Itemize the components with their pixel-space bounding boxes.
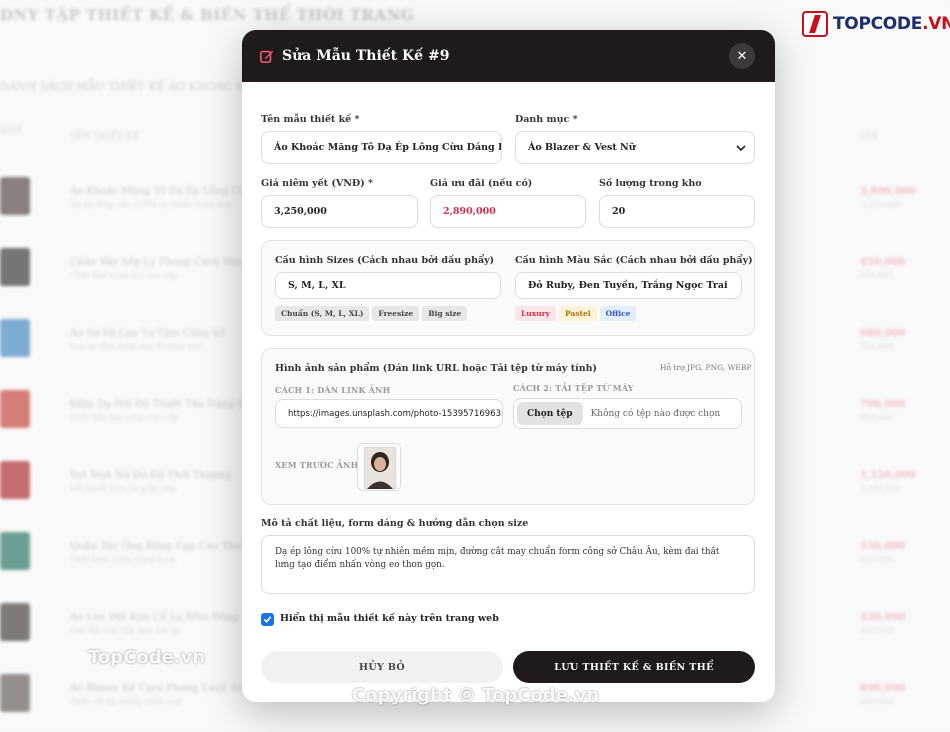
images-formats-hint: Hỗ trợ JPG, PNG, WEBP [660,363,752,372]
name-input[interactable]: Áo Khoác Măng Tô Dạ Ép Lông Cừu Dáng Dài [261,131,502,164]
sale-price-label: Giá ưu đãi (nếu có) [430,178,533,189]
description-label: Mô tả chất liệu, form dáng & hướng dẫn c… [261,518,529,529]
method1-label: Cách 1: Dán link ảnh [275,385,391,395]
watermark-bottom: Copyright © TopCode.vn [352,685,600,706]
sale-price-input[interactable]: 2,890,000 [430,195,586,228]
file-status: Không có tệp nào được chọn [590,408,721,419]
method2-label: Cách 2: Tải tệp từ máy [513,383,634,393]
image-preview [357,443,401,491]
colors-input[interactable]: Đỏ Ruby, Đen Tuyền, Trắng Ngọc Trai [515,272,742,299]
category-select[interactable]: Áo Blazer & Vest Nữ [515,131,755,164]
modal-header: Sửa Mẫu Thiết Kế #9 ✕ [242,30,775,82]
cancel-button[interactable]: HỦY BỎ [261,651,503,683]
size-preset-standard[interactable]: Chuẩn (S, M, L, XL) [275,306,370,321]
stock-label: Số lượng trong kho [599,178,702,189]
save-button[interactable]: LƯU THIẾT KẾ & BIẾN THỂ [513,651,755,683]
name-label: Tên mẫu thiết kế * [261,114,360,125]
modal-title: Sửa Mẫu Thiết Kế #9 [282,48,450,64]
color-preset-office[interactable]: Office [599,306,637,321]
visible-label: Hiển thị mẫu thiết kế này trên trang web [280,613,499,624]
size-preset-bigsize[interactable]: Big size [422,306,468,321]
category-value: Áo Blazer & Vest Nữ [528,142,636,153]
file-upload[interactable]: Chọn tệp Không có tệp nào được chọn [513,398,742,429]
edit-icon [260,50,274,63]
color-preset-luxury[interactable]: Luxury [515,306,556,321]
color-preset-pastel[interactable]: Pastel [558,306,597,321]
stock-input[interactable]: 20 [599,195,755,228]
color-presets: Luxury Pastel Office [515,306,639,321]
choose-file-button[interactable]: Chọn tệp [517,402,583,425]
topcode-logo: TOPCODE.VN [802,10,950,38]
logo-mark-icon [802,11,828,37]
list-price-input[interactable]: 3,250,000 [261,195,418,228]
watermark-left: TopCode.vn [88,647,206,668]
visible-checkbox[interactable] [261,613,274,626]
size-preset-freesize[interactable]: Freesize [372,306,420,321]
description-textarea[interactable]: Dạ ép lông cừu 100% tự nhiên mềm mịn, đư… [261,535,755,594]
preview-photo-icon [363,446,397,490]
image-url-input[interactable]: https://images.unsplash.com/photo-153957… [275,399,503,428]
logo-text: TOPCODE.VN [833,14,950,34]
chevron-down-icon [736,145,746,152]
check-icon [263,616,272,623]
edit-design-modal: Sửa Mẫu Thiết Kế #9 ✕ Tên mẫu thiết kế *… [242,30,775,702]
size-presets: Chuẩn (S, M, L, XL) Freesize Big size [275,306,470,321]
list-price-label: Giá niêm yết (VNĐ) * [261,178,373,189]
images-label: Hình ảnh sản phẩm (Dán link URL hoặc Tải… [275,363,598,374]
category-label: Danh mục * [515,114,578,125]
sizes-input[interactable]: S, M, L, XL [275,272,501,299]
close-button[interactable]: ✕ [729,43,755,69]
colors-label: Cấu hình Màu Sắc (Cách nhau bởi dấu phẩy… [515,255,753,266]
preview-label: Xem trước ảnh: [275,460,362,470]
sizes-label: Cấu hình Sizes (Cách nhau bởi dấu phẩy) [275,255,495,266]
